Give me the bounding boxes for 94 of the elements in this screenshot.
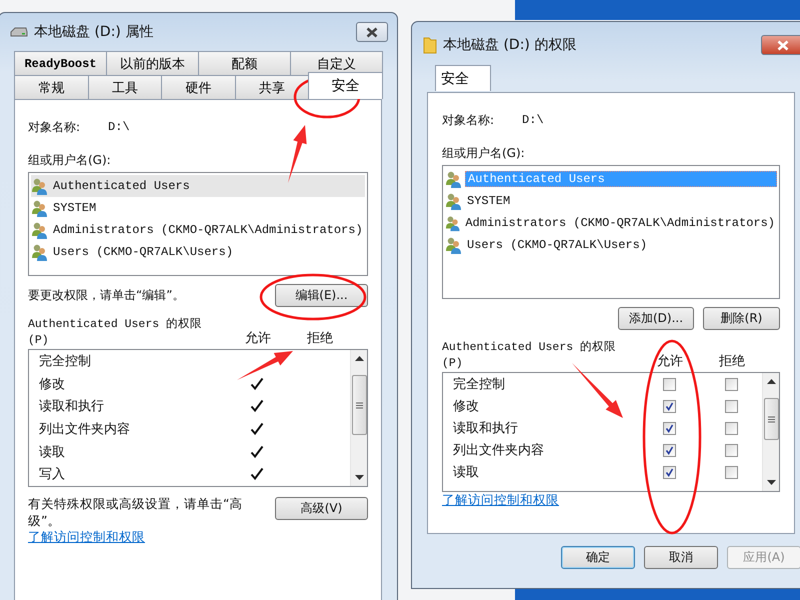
column-header: 允许 [656,353,684,371]
object-name-label: 对象名称: [28,118,80,136]
grip-icon [356,402,362,408]
users-icon [445,170,463,188]
permission-name: 完全控制 [39,353,92,370]
user-list-item[interactable]: Users (CKMO-QR7ALK\Users) [31,241,365,263]
scroll-up-icon[interactable] [766,378,776,384]
users-label: 组或用户名(G): [28,152,112,169]
scroll-up-icon[interactable] [354,355,364,361]
scrollbar[interactable] [762,373,779,491]
user-list-item[interactable]: SYSTEM [445,190,777,212]
tab[interactable]: 硬件 [161,75,236,99]
advanced-button[interactable]: 高级(V) [275,497,368,520]
permission-name: 读取 [39,444,66,461]
tab[interactable]: ReadyBoost [14,51,107,75]
user-list-item[interactable]: Administrators (CKMO-QR7ALK\Administrators) [445,212,777,234]
tab[interactable]: 安全 [435,65,491,91]
scroll-down-icon[interactable] [766,480,776,486]
user-list-item[interactable]: Users (CKMO-QR7ALK\Users) [445,234,777,256]
grip-icon [768,416,774,422]
checkbox[interactable] [724,378,738,390]
checkmark-icon [250,376,264,391]
users-icon [31,177,49,195]
checkbox[interactable] [662,444,676,456]
checkbox[interactable] [724,422,738,434]
permission-name: 修改 [39,376,66,393]
users-label: 组或用户名(G): [442,145,526,162]
object-name-value: D:\ [522,113,544,127]
permission-name: 修改 [453,398,480,415]
edit-button[interactable]: 编辑(E)... [275,284,368,306]
users-icon [31,221,49,239]
users-icon [445,214,462,232]
drive-icon [10,26,28,38]
object-name-label: 对象名称: [442,112,494,128]
close-icon [777,40,789,50]
permission-name: 读取和执行 [39,398,105,416]
close-icon [366,26,378,38]
checkbox[interactable] [724,444,738,456]
permissions-label: Authenticated Users 的权限 (P) [28,317,204,349]
checkbox[interactable] [724,466,738,478]
permission-name: 完全控制 [453,376,506,393]
checkbox[interactable] [724,400,738,412]
users-icon [31,243,49,261]
window-title: 本地磁盘 (D:) 的权限 [443,36,578,54]
checkmark-icon [250,422,264,436]
dialog-button[interactable]: 确定 [561,546,635,569]
tab[interactable]: 配额 [198,51,291,75]
checkmark-icon [250,399,264,414]
column-header: 允许 [244,330,272,348]
checkbox[interactable] [662,400,676,412]
checkmark-icon [250,467,264,482]
users-icon [31,199,49,217]
advanced-hint: 有关特殊权限或高级设置，请单击“高级”。 [28,495,244,529]
user-list-item[interactable]: Administrators (CKMO-QR7ALK\Administrators) [31,219,365,241]
column-header: 拒绝 [718,353,746,371]
users-icon [445,192,463,210]
window-title: 本地磁盘 (D:) 属性 [34,23,154,41]
folder-icon [423,36,437,54]
help-link[interactable]: 了解访问控制和权限 [28,529,145,544]
checkbox[interactable] [662,422,676,434]
user-list-item[interactable]: Authenticated Users [31,175,365,197]
annotation-arrow [288,125,307,183]
permission-name: 读取 [453,464,480,481]
checkbox[interactable] [662,466,676,478]
scrollbar[interactable] [350,350,367,486]
checkmark-icon [250,444,264,459]
add-button[interactable]: 添加(D)... [618,307,694,330]
user-list-item[interactable]: SYSTEM [31,197,365,219]
remove-button[interactable]: 删除(R) [703,307,780,330]
tab[interactable]: 自定义 [290,51,383,75]
object-name-value: D:\ [108,120,130,134]
tab[interactable]: 安全 [308,72,383,99]
annotation-arrow [237,351,293,380]
users-icon [445,236,463,254]
permission-name: 列出文件夹内容 [453,442,545,459]
tab[interactable]: 共享 [234,75,310,99]
close-button[interactable] [356,22,388,42]
permission-name: 读取和执行 [453,420,519,437]
permissions-label: Authenticated Users 的权限 (P) [442,340,618,372]
tab[interactable]: 常规 [14,75,89,99]
edit-hint: 要更改权限，请单击“编辑”。 [28,286,184,304]
tab[interactable]: 以前的版本 [106,51,199,75]
help-link[interactable]: 了解访问控制和权限 [442,492,559,507]
close-button[interactable] [761,35,800,55]
tab[interactable]: 工具 [88,75,162,99]
scroll-thumb[interactable] [352,375,366,435]
column-header: 拒绝 [306,330,334,348]
permission-name: 写入 [39,466,66,484]
scroll-down-icon[interactable] [354,475,364,481]
checkbox[interactable] [662,378,676,390]
dialog-button[interactable]: 取消 [644,546,718,569]
permission-name: 列出文件夹内容 [39,421,131,438]
scroll-thumb[interactable] [764,398,778,440]
annotation-arrow [572,363,623,418]
